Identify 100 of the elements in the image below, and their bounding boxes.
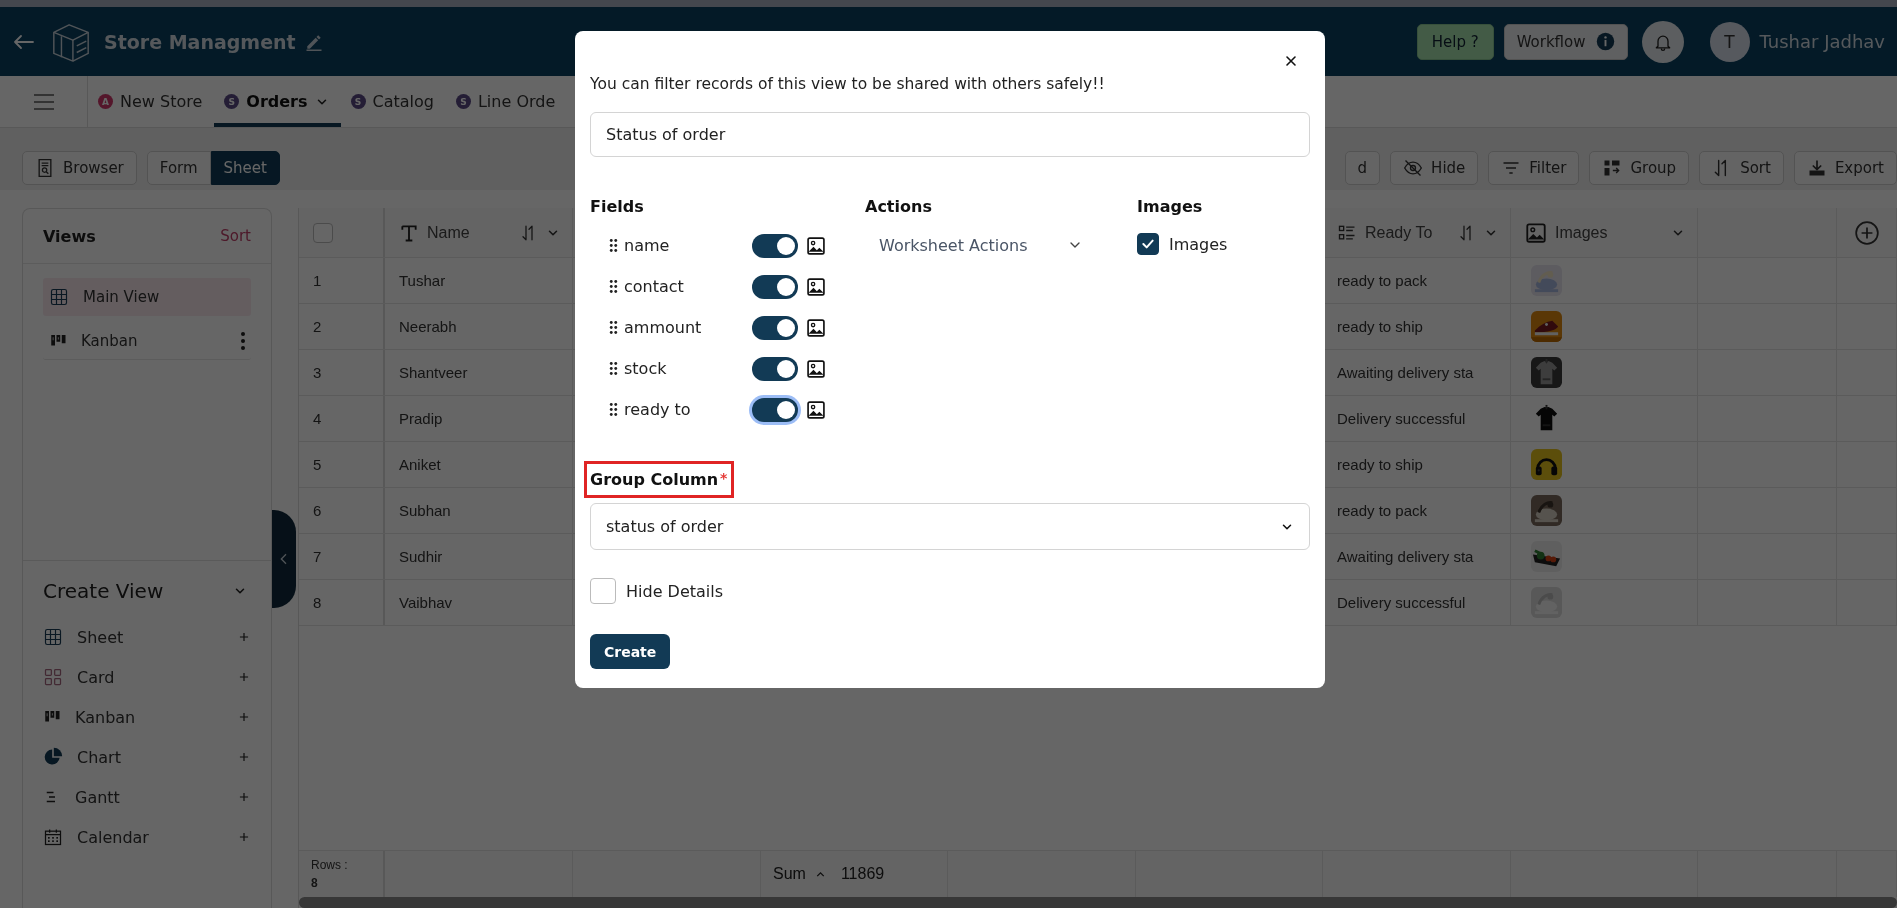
plus-icon xyxy=(237,630,251,644)
browser-button[interactable]: Browser xyxy=(22,151,137,185)
create-view-item[interactable]: Card xyxy=(43,657,251,697)
user-name: Tushar Jadhav xyxy=(1759,31,1885,52)
row-number: 1 xyxy=(313,272,322,289)
image-icon xyxy=(806,235,826,256)
table-cell: Subhan xyxy=(399,502,451,519)
table-cell: ready to pack xyxy=(1337,272,1428,289)
tab[interactable]: A New Store xyxy=(88,76,215,127)
table-cell: Aniket xyxy=(399,456,441,473)
plus-icon xyxy=(237,750,251,764)
table-cell: ready to ship xyxy=(1337,318,1423,335)
image-toggle-button[interactable] xyxy=(806,358,826,379)
table-cell: Pradip xyxy=(399,410,443,427)
table-cell: Neerabh xyxy=(399,318,457,335)
view-mode-tab[interactable]: Sheet xyxy=(210,151,280,185)
create-view-item[interactable]: Chart xyxy=(43,737,251,777)
drag-handle-icon xyxy=(609,279,618,294)
image-toggle-button[interactable] xyxy=(806,235,826,256)
field-name: stock xyxy=(624,359,668,378)
image-toggle-button[interactable] xyxy=(806,399,826,420)
create-view-item[interactable]: Gantt xyxy=(43,777,251,817)
name-field[interactable]: Status of order xyxy=(590,112,1310,157)
row-number: 5 xyxy=(313,456,322,473)
toggle-switch[interactable] xyxy=(752,356,798,381)
group-column-dropdown[interactable]: status of order xyxy=(590,503,1310,550)
drag-handle-icon xyxy=(609,402,618,417)
table-cell: Tushar xyxy=(399,272,446,289)
drag-handle-icon xyxy=(609,238,618,253)
tab[interactable]: S Line Orde xyxy=(445,76,568,127)
toolbar-button[interactable]: Group xyxy=(1589,151,1690,185)
panel-title: Views xyxy=(43,226,96,246)
add-column-icon xyxy=(1853,219,1880,246)
help-button[interactable]: Help ? xyxy=(1416,23,1494,60)
create-view-item[interactable]: Kanban xyxy=(43,697,251,737)
group-icon xyxy=(1602,158,1623,178)
toolbar-button[interactable]: Sort xyxy=(1699,151,1784,185)
view-item[interactable]: Main View xyxy=(43,278,251,316)
actions-dropdown[interactable]: Worksheet Actions xyxy=(865,225,1097,265)
pie-chart-icon xyxy=(43,747,63,767)
image-toggle-button[interactable] xyxy=(806,276,826,297)
field-name: contact xyxy=(624,277,685,296)
rows-count: 8 xyxy=(311,876,318,890)
notification-button[interactable] xyxy=(1641,20,1684,63)
image-icon xyxy=(806,399,826,420)
plus-icon xyxy=(237,830,251,844)
eye-slash-icon xyxy=(1403,158,1424,178)
image-icon xyxy=(1525,221,1547,244)
toggle-switch[interactable] xyxy=(752,315,798,340)
highlighted-label: Group Column* xyxy=(584,461,735,498)
column-header: Ready To xyxy=(1365,223,1433,242)
row-number: 2 xyxy=(313,318,322,335)
toolbar-button[interactable]: Export xyxy=(1793,151,1897,185)
table-cell: Sudhir xyxy=(399,548,443,565)
toolbar-button[interactable]: Filter xyxy=(1488,151,1580,185)
image-icon xyxy=(806,358,826,379)
more-vertical-icon xyxy=(241,331,245,350)
info-icon xyxy=(1595,32,1615,51)
create-button[interactable]: Create xyxy=(590,634,671,669)
more-button[interactable] xyxy=(241,331,245,350)
view-mode-tab[interactable]: Form xyxy=(146,151,211,185)
create-view-item[interactable]: Calendar xyxy=(43,817,251,857)
sum-value: 11869 xyxy=(840,865,885,883)
table-cell: Delivery successful xyxy=(1337,410,1466,427)
user-avatar: T xyxy=(1709,21,1750,62)
section-heading: Fields xyxy=(590,197,645,216)
column-header: Images xyxy=(1555,223,1608,242)
tab[interactable]: S Catalog xyxy=(340,76,446,127)
toolbar-button[interactable]: Hide xyxy=(1390,151,1479,185)
image-icon xyxy=(806,317,826,338)
collapse-handle[interactable] xyxy=(272,510,296,608)
letter-badge: S xyxy=(455,94,471,109)
letter-badge: S xyxy=(350,94,366,109)
field-name: ready to xyxy=(624,400,692,419)
image-toggle-button[interactable] xyxy=(806,317,826,338)
plus-icon xyxy=(237,670,251,684)
table-cell: ready to pack xyxy=(1337,502,1428,519)
row-number: 6 xyxy=(313,502,322,519)
toggle-switch[interactable] xyxy=(752,233,798,258)
section-heading: Images xyxy=(1137,197,1204,216)
select-all-checkbox[interactable] xyxy=(313,222,333,243)
workflow-button[interactable]: Workflow xyxy=(1503,23,1628,60)
checkbox[interactable] xyxy=(590,578,616,604)
grid-icon xyxy=(43,627,63,647)
close-button[interactable] xyxy=(1283,53,1299,69)
toolbar-button[interactable]: d xyxy=(1344,151,1381,185)
sort-link[interactable]: Sort xyxy=(220,227,251,245)
table-cell: Delivery successful xyxy=(1337,594,1466,611)
view-item[interactable]: Kanban xyxy=(43,322,251,360)
app-title: Store Managment xyxy=(104,30,296,53)
table-cell: Shantveer xyxy=(399,364,468,381)
row-number: 8 xyxy=(313,594,322,611)
field-name: ammount xyxy=(624,318,703,337)
row-number: 7 xyxy=(313,548,322,565)
close-icon xyxy=(1283,53,1299,69)
toggle-switch[interactable] xyxy=(752,274,798,299)
section-title: Create View xyxy=(43,579,164,603)
row-number: 3 xyxy=(313,364,322,381)
create-view-item[interactable]: Sheet xyxy=(43,617,251,657)
checkbox[interactable] xyxy=(1137,233,1159,255)
